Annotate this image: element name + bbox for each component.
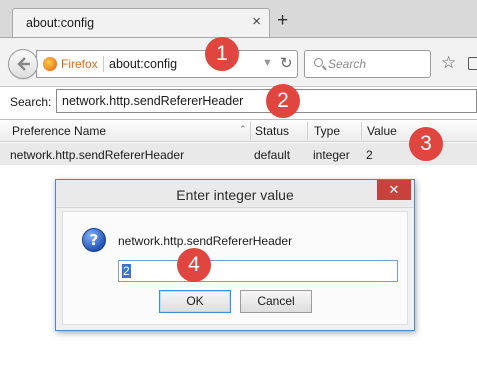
dialog-title: Enter integer value (176, 187, 294, 203)
dialog-body: ? network.http.sendRefererHeader 2 OK Ca… (62, 211, 408, 325)
search-placeholder: Search (328, 57, 367, 71)
back-arrow-icon (17, 57, 30, 71)
table-header: Preference Name ⌃ Status Type Value (0, 119, 477, 142)
ok-button[interactable]: OK (159, 290, 231, 313)
back-button[interactable] (8, 49, 38, 79)
search-label: Search: (10, 95, 52, 109)
new-tab-button[interactable]: + (277, 11, 288, 30)
integer-value-input[interactable]: 2 (118, 260, 398, 282)
tab-about-config[interactable]: about:config × (12, 8, 270, 38)
history-dropdown-icon[interactable]: ▼ (262, 57, 273, 69)
navigation-toolbar: Firefox about:config ▼ ↻ Search ☆ (0, 37, 477, 87)
column-header-status[interactable]: Status (255, 124, 289, 138)
question-icon: ? (82, 228, 106, 252)
cell-type: integer (313, 148, 350, 162)
firefox-logo-icon (43, 57, 57, 71)
config-search-row: Search: network.http.sendRefererHeader (0, 87, 477, 115)
search-box[interactable]: Search (304, 50, 431, 78)
config-search-value: network.http.sendRefererHeader (62, 94, 244, 108)
column-header-preference-name[interactable]: Preference Name (12, 124, 106, 138)
cell-status: default (254, 148, 291, 162)
dialog-close-button[interactable]: ✕ (377, 180, 411, 200)
annotation-badge-1: 1 (205, 37, 239, 71)
dialog-titlebar[interactable]: Enter integer value ✕ (56, 180, 414, 208)
search-icon (314, 58, 323, 67)
annotation-badge-2: 2 (266, 84, 300, 118)
identity-label: Firefox (61, 57, 98, 71)
url-bar[interactable]: Firefox about:config ▼ ↻ (36, 50, 298, 78)
reload-icon[interactable]: ↻ (280, 54, 293, 72)
cell-preference-name: network.http.sendRefererHeader (10, 148, 185, 162)
integer-value-selected-text: 2 (122, 264, 131, 278)
close-tab-icon[interactable]: × (252, 13, 261, 30)
bookmark-star-icon[interactable]: ☆ (441, 54, 456, 71)
integer-prompt-dialog: Enter integer value ✕ ? network.http.sen… (55, 179, 415, 331)
cell-value: 2 (366, 148, 373, 162)
column-divider[interactable] (250, 122, 251, 140)
tab-title: about:config (26, 16, 95, 30)
table-row[interactable]: network.http.sendRefererHeader default i… (0, 143, 477, 165)
sort-ascending-icon: ⌃ (239, 124, 247, 134)
cancel-button[interactable]: Cancel (240, 290, 312, 313)
annotation-badge-4: 4 (177, 248, 211, 282)
dialog-message: network.http.sendRefererHeader (118, 234, 293, 248)
tab-strip: about:config × + (0, 0, 477, 38)
url-text[interactable]: about:config (109, 57, 177, 71)
column-header-type[interactable]: Type (314, 124, 340, 138)
column-divider[interactable] (361, 122, 362, 140)
column-header-value[interactable]: Value (367, 124, 397, 138)
annotation-badge-3: 3 (409, 127, 443, 161)
url-separator (103, 56, 104, 72)
column-divider[interactable] (307, 122, 308, 140)
bookmarks-menu-icon[interactable] (468, 57, 477, 70)
